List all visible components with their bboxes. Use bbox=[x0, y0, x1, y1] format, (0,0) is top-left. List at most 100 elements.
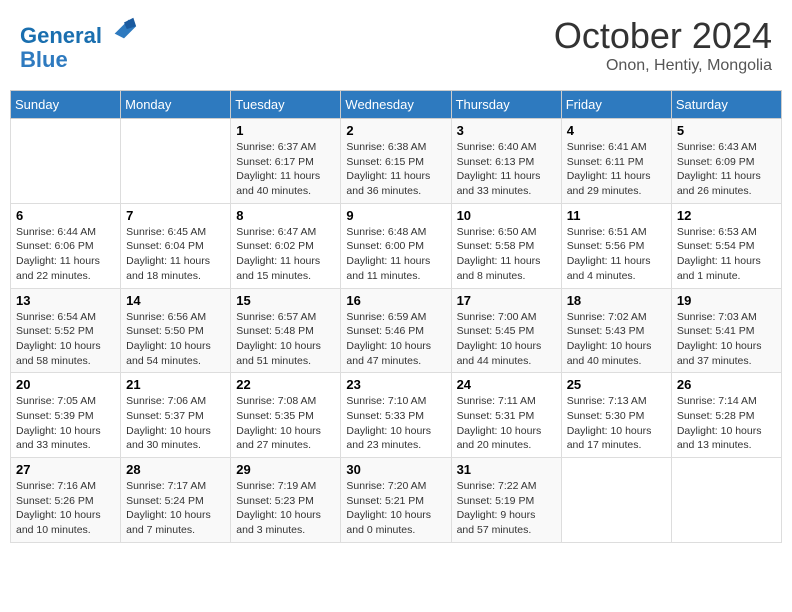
day-number: 27 bbox=[16, 462, 115, 477]
day-info: Sunrise: 7:20 AM Sunset: 5:21 PM Dayligh… bbox=[346, 479, 445, 538]
week-row-1: 1 Sunrise: 6:37 AM Sunset: 6:17 PM Daylig… bbox=[11, 119, 782, 204]
day-number: 29 bbox=[236, 462, 335, 477]
weekday-header-sunday: Sunday bbox=[11, 91, 121, 119]
calendar-cell: 10 Sunrise: 6:50 AM Sunset: 5:58 PM Dayli… bbox=[451, 203, 561, 288]
calendar-cell: 25 Sunrise: 7:13 AM Sunset: 5:30 PM Dayli… bbox=[561, 373, 671, 458]
day-info: Sunrise: 7:11 AM Sunset: 5:31 PM Dayligh… bbox=[457, 394, 556, 453]
calendar-cell: 21 Sunrise: 7:06 AM Sunset: 5:37 PM Dayli… bbox=[121, 373, 231, 458]
calendar-cell: 24 Sunrise: 7:11 AM Sunset: 5:31 PM Dayli… bbox=[451, 373, 561, 458]
calendar-cell: 26 Sunrise: 7:14 AM Sunset: 5:28 PM Dayli… bbox=[671, 373, 781, 458]
calendar-cell: 23Sunrise: 7:10 AM Sunset: 5:33 PM Dayli… bbox=[341, 373, 451, 458]
day-number: 3 bbox=[457, 123, 556, 138]
day-info: Sunrise: 7:22 AM Sunset: 5:19 PM Dayligh… bbox=[457, 479, 556, 538]
day-number: 20 bbox=[16, 377, 115, 392]
calendar-cell: 30 Sunrise: 7:20 AM Sunset: 5:21 PM Dayli… bbox=[341, 458, 451, 543]
day-number: 14 bbox=[126, 293, 225, 308]
day-info: Sunrise: 6:56 AM Sunset: 5:50 PM Dayligh… bbox=[126, 310, 225, 369]
day-number: 18 bbox=[567, 293, 666, 308]
day-number: 12 bbox=[677, 208, 776, 223]
week-row-2: 6Sunrise: 6:44 AM Sunset: 6:06 PM Daylig… bbox=[11, 203, 782, 288]
day-number: 17 bbox=[457, 293, 556, 308]
calendar-cell: 27 Sunrise: 7:16 AM Sunset: 5:26 PM Dayli… bbox=[11, 458, 121, 543]
calendar-cell bbox=[121, 119, 231, 204]
calendar-cell: 28Sunrise: 7:17 AM Sunset: 5:24 PM Dayli… bbox=[121, 458, 231, 543]
day-number: 2 bbox=[346, 123, 445, 138]
calendar-cell: 7Sunrise: 6:45 AM Sunset: 6:04 PM Daylig… bbox=[121, 203, 231, 288]
calendar-cell: 29 Sunrise: 7:19 AM Sunset: 5:23 PM Dayli… bbox=[231, 458, 341, 543]
day-info: Sunrise: 6:54 AM Sunset: 5:52 PM Dayligh… bbox=[16, 310, 115, 369]
weekday-header-saturday: Saturday bbox=[671, 91, 781, 119]
day-info: Sunrise: 7:05 AM Sunset: 5:39 PM Dayligh… bbox=[16, 394, 115, 453]
day-info: Sunrise: 6:41 AM Sunset: 6:11 PM Dayligh… bbox=[567, 140, 666, 199]
weekday-header-wednesday: Wednesday bbox=[341, 91, 451, 119]
day-number: 13 bbox=[16, 293, 115, 308]
weekday-header-monday: Monday bbox=[121, 91, 231, 119]
day-info: Sunrise: 6:43 AM Sunset: 6:09 PM Dayligh… bbox=[677, 140, 776, 199]
day-number: 22 bbox=[236, 377, 335, 392]
calendar-cell: 18 Sunrise: 7:02 AM Sunset: 5:43 PM Dayli… bbox=[561, 288, 671, 373]
day-info: Sunrise: 6:48 AM Sunset: 6:00 PM Dayligh… bbox=[346, 225, 445, 284]
month-title: October 2024 bbox=[554, 15, 772, 57]
calendar-cell: 9 Sunrise: 6:48 AM Sunset: 6:00 PM Daylig… bbox=[341, 203, 451, 288]
calendar-cell: 3 Sunrise: 6:40 AM Sunset: 6:13 PM Daylig… bbox=[451, 119, 561, 204]
day-info: Sunrise: 6:53 AM Sunset: 5:54 PM Dayligh… bbox=[677, 225, 776, 284]
week-row-4: 20 Sunrise: 7:05 AM Sunset: 5:39 PM Dayli… bbox=[11, 373, 782, 458]
day-number: 19 bbox=[677, 293, 776, 308]
day-number: 26 bbox=[677, 377, 776, 392]
day-number: 11 bbox=[567, 208, 666, 223]
calendar-cell: 17Sunrise: 7:00 AM Sunset: 5:45 PM Dayli… bbox=[451, 288, 561, 373]
day-info: Sunrise: 7:17 AM Sunset: 5:24 PM Dayligh… bbox=[126, 479, 225, 538]
day-number: 25 bbox=[567, 377, 666, 392]
calendar-table: SundayMondayTuesdayWednesdayThursdayFrid… bbox=[10, 90, 782, 543]
day-number: 1 bbox=[236, 123, 335, 138]
day-number: 24 bbox=[457, 377, 556, 392]
calendar-cell bbox=[671, 458, 781, 543]
calendar-cell: 15 Sunrise: 6:57 AM Sunset: 5:48 PM Dayli… bbox=[231, 288, 341, 373]
calendar-cell: 11Sunrise: 6:51 AM Sunset: 5:56 PM Dayli… bbox=[561, 203, 671, 288]
day-number: 4 bbox=[567, 123, 666, 138]
title-block: October 2024 Onon, Hentiy, Mongolia bbox=[554, 15, 772, 75]
weekday-header-friday: Friday bbox=[561, 91, 671, 119]
location: Onon, Hentiy, Mongolia bbox=[554, 57, 772, 75]
day-info: Sunrise: 6:47 AM Sunset: 6:02 PM Dayligh… bbox=[236, 225, 335, 284]
weekday-header-tuesday: Tuesday bbox=[231, 91, 341, 119]
day-number: 10 bbox=[457, 208, 556, 223]
day-info: Sunrise: 6:50 AM Sunset: 5:58 PM Dayligh… bbox=[457, 225, 556, 284]
day-number: 31 bbox=[457, 462, 556, 477]
calendar-cell: 6Sunrise: 6:44 AM Sunset: 6:06 PM Daylig… bbox=[11, 203, 121, 288]
calendar-cell: 2Sunrise: 6:38 AM Sunset: 6:15 PM Daylig… bbox=[341, 119, 451, 204]
day-info: Sunrise: 7:02 AM Sunset: 5:43 PM Dayligh… bbox=[567, 310, 666, 369]
day-info: Sunrise: 7:13 AM Sunset: 5:30 PM Dayligh… bbox=[567, 394, 666, 453]
calendar-cell: 20 Sunrise: 7:05 AM Sunset: 5:39 PM Dayli… bbox=[11, 373, 121, 458]
day-number: 16 bbox=[346, 293, 445, 308]
calendar-cell bbox=[11, 119, 121, 204]
day-info: Sunrise: 7:08 AM Sunset: 5:35 PM Dayligh… bbox=[236, 394, 335, 453]
day-info: Sunrise: 6:44 AM Sunset: 6:06 PM Dayligh… bbox=[16, 225, 115, 284]
calendar-cell: 4 Sunrise: 6:41 AM Sunset: 6:11 PM Daylig… bbox=[561, 119, 671, 204]
day-number: 30 bbox=[346, 462, 445, 477]
day-info: Sunrise: 6:40 AM Sunset: 6:13 PM Dayligh… bbox=[457, 140, 556, 199]
day-number: 21 bbox=[126, 377, 225, 392]
week-row-3: 13 Sunrise: 6:54 AM Sunset: 5:52 PM Dayli… bbox=[11, 288, 782, 373]
calendar-cell: 31 Sunrise: 7:22 AM Sunset: 5:19 PM Dayli… bbox=[451, 458, 561, 543]
weekday-header-row: SundayMondayTuesdayWednesdayThursdayFrid… bbox=[11, 91, 782, 119]
day-info: Sunrise: 7:19 AM Sunset: 5:23 PM Dayligh… bbox=[236, 479, 335, 538]
page-header: General Blue October 2024 Onon, Hentiy, … bbox=[10, 10, 782, 80]
logo-general: General bbox=[20, 23, 102, 48]
week-row-5: 27 Sunrise: 7:16 AM Sunset: 5:26 PM Dayli… bbox=[11, 458, 782, 543]
day-info: Sunrise: 6:57 AM Sunset: 5:48 PM Dayligh… bbox=[236, 310, 335, 369]
day-info: Sunrise: 6:37 AM Sunset: 6:17 PM Dayligh… bbox=[236, 140, 335, 199]
calendar-cell: 13 Sunrise: 6:54 AM Sunset: 5:52 PM Dayli… bbox=[11, 288, 121, 373]
day-info: Sunrise: 7:06 AM Sunset: 5:37 PM Dayligh… bbox=[126, 394, 225, 453]
day-number: 9 bbox=[346, 208, 445, 223]
day-number: 15 bbox=[236, 293, 335, 308]
day-info: Sunrise: 7:14 AM Sunset: 5:28 PM Dayligh… bbox=[677, 394, 776, 453]
calendar-cell: 8Sunrise: 6:47 AM Sunset: 6:02 PM Daylig… bbox=[231, 203, 341, 288]
day-info: Sunrise: 7:16 AM Sunset: 5:26 PM Dayligh… bbox=[16, 479, 115, 538]
calendar-cell: 1 Sunrise: 6:37 AM Sunset: 6:17 PM Daylig… bbox=[231, 119, 341, 204]
day-info: Sunrise: 6:59 AM Sunset: 5:46 PM Dayligh… bbox=[346, 310, 445, 369]
calendar-cell: 12 Sunrise: 6:53 AM Sunset: 5:54 PM Dayli… bbox=[671, 203, 781, 288]
day-info: Sunrise: 7:10 AM Sunset: 5:33 PM Dayligh… bbox=[346, 394, 445, 453]
calendar-cell: 5Sunrise: 6:43 AM Sunset: 6:09 PM Daylig… bbox=[671, 119, 781, 204]
logo-blue: Blue bbox=[20, 47, 68, 72]
